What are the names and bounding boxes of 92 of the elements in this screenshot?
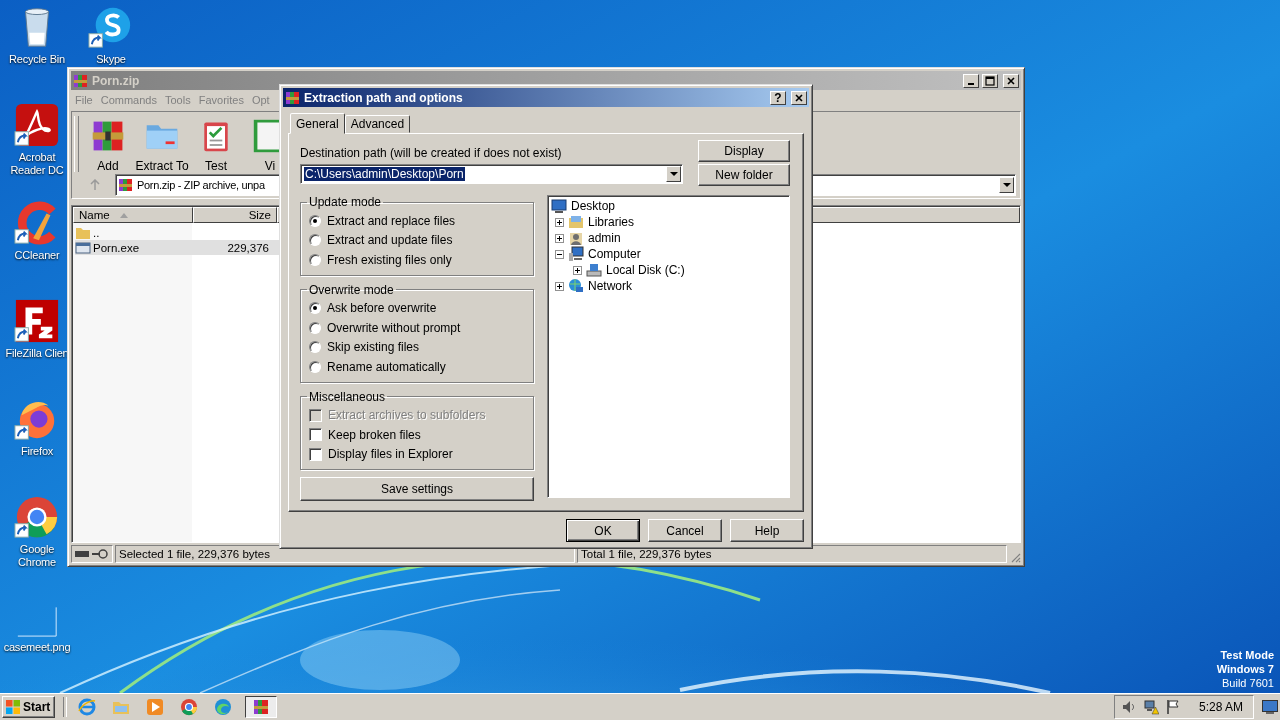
group-title: Miscellaneous [308, 389, 387, 404]
option-label: Overwrite without prompt [327, 320, 461, 335]
start-button[interactable]: Start [2, 696, 56, 718]
option-label: Extract and update files [327, 233, 453, 248]
user-icon [568, 230, 584, 246]
tree-item[interactable]: admin [588, 231, 621, 245]
column-header[interactable]: Name [73, 207, 193, 223]
radio-button[interactable] [309, 253, 321, 266]
dialog-button[interactable]: Help [730, 519, 804, 542]
globe-icon [568, 278, 584, 294]
option-label: Ask before overwrite [327, 301, 437, 316]
notice-text: Test Mode [1220, 648, 1274, 662]
books-icon [73, 72, 89, 89]
option-label: Display files in Explorer [328, 447, 453, 462]
browser-logo-icon[interactable] [14, 494, 60, 540]
expand-toggle[interactable] [555, 281, 564, 291]
expand-toggle[interactable] [555, 233, 564, 243]
tree-item[interactable]: Libraries [588, 215, 635, 229]
toolbar-button[interactable]: Add [81, 114, 135, 174]
document-logo-icon[interactable] [14, 102, 60, 148]
program-icon [75, 239, 91, 256]
icon-label: Firefox [19, 445, 55, 458]
sort-arrow-icon [119, 212, 128, 218]
network-warning-icon[interactable] [1142, 699, 1159, 715]
tree-item[interactable]: Computer [588, 247, 641, 261]
minimize-icon [968, 82, 974, 85]
option-label: Keep broken files [328, 427, 421, 442]
path-field[interactable]: C:\Users\admin\Desktop\Porn [300, 164, 683, 184]
expand-toggle[interactable] [555, 249, 564, 259]
show-desktop-icon[interactable] [1262, 700, 1278, 714]
file-name: Porn.exe [93, 241, 140, 254]
tree-item[interactable]: Desktop [571, 199, 616, 213]
tab[interactable]: Advanced [344, 115, 411, 133]
expand-toggle[interactable] [573, 265, 582, 275]
books-icon [118, 177, 134, 193]
tab[interactable]: General [290, 113, 345, 134]
dialog-button[interactable]: Cancel [648, 519, 722, 542]
tree-item[interactable]: Local Disk (C:) [606, 263, 685, 277]
books-icon[interactable] [245, 696, 278, 718]
checkbox[interactable] [309, 428, 322, 442]
library-icon [568, 214, 584, 230]
close-icon [794, 92, 804, 103]
windows-logo-icon [5, 699, 21, 715]
side-button[interactable]: Display [698, 140, 790, 162]
clock[interactable]: 5:28 AM [1198, 700, 1243, 714]
drive-icon [586, 262, 602, 278]
up-arrow-icon [89, 179, 101, 191]
option-label: Extract archives to subfolders [328, 408, 486, 423]
file-row[interactable]: .. [75, 225, 280, 240]
toolbar-button[interactable]: Extract To [135, 114, 189, 174]
notice-text: Windows 7 [1216, 662, 1274, 676]
icon-label: Acrobat Reader DC [9, 151, 65, 177]
column-header[interactable]: Size [193, 207, 277, 223]
checkbox[interactable] [309, 447, 322, 461]
file-name: .. [93, 226, 100, 239]
flag-icon[interactable] [1164, 699, 1181, 715]
transfer-logo-icon[interactable] [14, 298, 60, 344]
help-button[interactable]: ? [770, 90, 786, 105]
field-label: Destination path (will be created if does not exist) [300, 146, 563, 160]
window-title: Porn.zip [92, 73, 140, 88]
option-label: Skip existing files [327, 340, 420, 355]
speaker-icon[interactable] [1120, 699, 1137, 715]
icon-label: Google Chrome [17, 543, 57, 569]
file-row[interactable]: Porn.exe 229,376 [75, 240, 280, 255]
icon-label: Skype [95, 53, 127, 66]
toolbar-button[interactable]: Test [189, 114, 243, 174]
icon-label: CCleaner [13, 249, 61, 262]
close-icon [1006, 75, 1016, 86]
radio-button[interactable] [309, 302, 321, 315]
option-label: Fresh existing files only [327, 252, 452, 267]
option-label: Rename automatically [327, 359, 446, 374]
tree-item[interactable]: Network [588, 279, 632, 293]
file-size: 229,376 [226, 241, 269, 254]
save-settings-button[interactable]: Save settings [300, 477, 534, 501]
radio-button[interactable] [309, 234, 321, 247]
computer-icon [568, 246, 584, 262]
dialog-title: Extraction path and options [304, 90, 463, 105]
option-label: Extract and replace files [327, 213, 456, 228]
expand-toggle[interactable] [555, 217, 564, 227]
icon-label: Recycle Bin [8, 53, 66, 66]
side-button[interactable]: New folder [698, 164, 790, 186]
radio-button[interactable] [309, 341, 321, 354]
books-icon [285, 89, 301, 106]
dialog-button[interactable]: OK [566, 519, 640, 542]
monitor-icon [551, 198, 567, 214]
build-text: Build 7601 [1222, 676, 1274, 690]
close-button[interactable] [791, 90, 807, 105]
icon-label: casemeet.png [2, 641, 72, 654]
group-title: Overwrite mode [308, 282, 395, 297]
group-title: Update mode [308, 195, 383, 209]
drive-key-icon [71, 545, 113, 563]
maximize-icon [985, 75, 995, 86]
